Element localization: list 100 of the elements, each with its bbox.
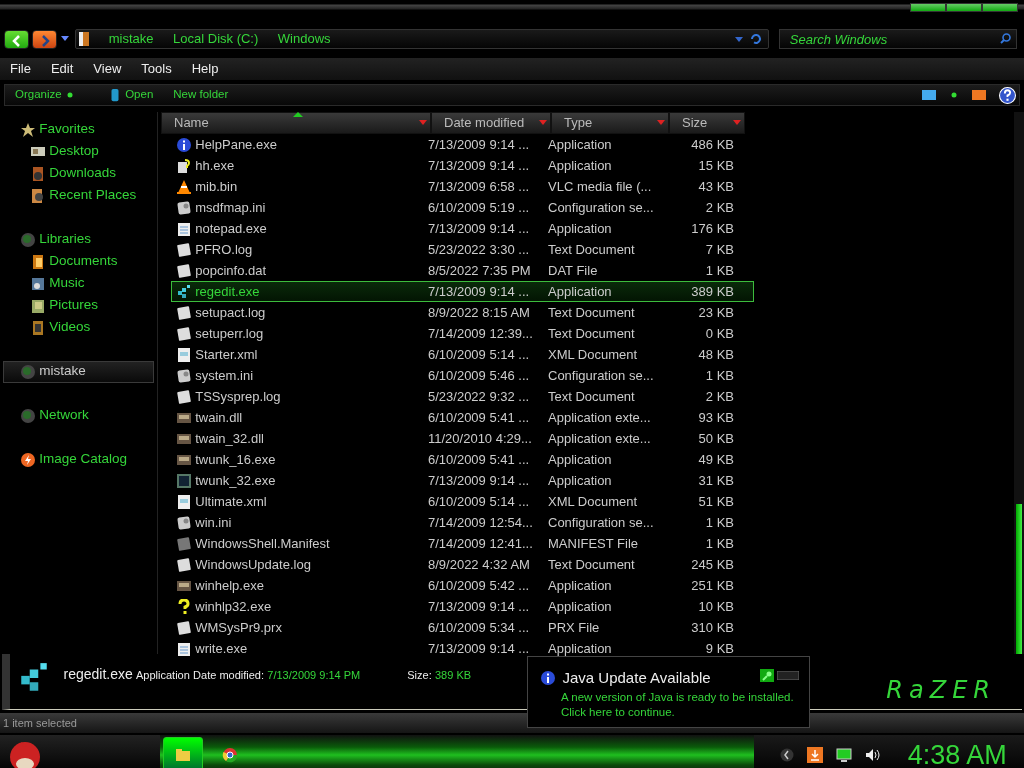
toolbar-button[interactable]: New folder <box>163 86 239 104</box>
sidebar-item[interactable]: Desktop <box>0 140 157 163</box>
toolbar-button[interactable]: Open <box>97 86 164 104</box>
size-cell: 2 KB <box>705 388 734 404</box>
help-file-icon <box>176 157 192 174</box>
sidebar-item[interactable]: Libraries <box>0 228 157 251</box>
search-icon[interactable] <box>999 33 1011 44</box>
file-row[interactable]: twunk_16.exe 6/10/2009 5:41 ... Application 49 KB <box>171 449 754 470</box>
breadcrumb[interactable]: mistake <box>108 29 154 49</box>
search-field[interactable]: Search Windows <box>778 29 1017 49</box>
info-icon <box>176 136 192 153</box>
document-icon <box>176 388 192 405</box>
refresh-icon[interactable] <box>749 33 762 45</box>
type-cell: Text Document <box>548 241 635 257</box>
help-icon[interactable] <box>998 86 1016 104</box>
file-row[interactable]: winhelp.exe 6/10/2009 5:42 ... Application 251 KB <box>171 575 754 596</box>
forward-button[interactable] <box>32 29 58 49</box>
sidebar-item[interactable]: Recent Places <box>0 184 157 207</box>
close-button[interactable] <box>981 3 1018 13</box>
sidebar-item[interactable]: Network <box>0 404 157 427</box>
file-name: setuperr.log <box>195 324 264 343</box>
sidebar-item[interactable]: Documents <box>0 250 157 273</box>
date-cell: 8/9/2022 8:15 AM <box>428 304 530 320</box>
column-header[interactable]: Size <box>669 112 745 134</box>
preview-pane-icon[interactable] <box>971 90 986 100</box>
file-name: twunk_16.exe <box>195 450 276 469</box>
notification-balloon[interactable]: Java Update Available A new version of Java is ready to be installed. Click here to continue. <box>527 656 810 728</box>
monitor-icon[interactable] <box>835 748 852 763</box>
address-bar[interactable]: mistake Local Disk (C:) Windows <box>75 29 769 49</box>
notification-text[interactable]: Click here to continue. <box>561 705 675 718</box>
file-row[interactable]: system.ini 6/10/2009 5:46 ... Configuration se... 1 KB <box>171 365 754 386</box>
toolbar-button[interactable]: Organize <box>5 86 85 104</box>
back-button[interactable] <box>4 29 29 49</box>
key-icon[interactable] <box>759 668 774 682</box>
file-row[interactable]: regedit.exe 7/13/2009 9:14 ... Application 389 KB <box>171 281 754 302</box>
file-row[interactable]: msdfmap.ini 6/10/2009 5:19 ... Configuration se... 2 KB <box>171 197 754 218</box>
volume-icon[interactable] <box>864 748 881 763</box>
file-row[interactable]: TSSysprep.log 5/23/2022 9:32 ... Text Document 2 KB <box>171 386 754 407</box>
download-icon[interactable] <box>806 747 823 764</box>
minimize-button[interactable] <box>909 3 946 13</box>
file-row[interactable]: mib.bin 7/13/2009 6:58 ... VLC media file (... 43 KB <box>171 176 754 197</box>
size-cell: 1 KB <box>705 514 734 530</box>
file-row[interactable]: PFRO.log 5/23/2022 3:30 ... Text Document 7 KB <box>171 239 754 260</box>
sidebar-item[interactable]: Music <box>0 272 157 295</box>
view-icon[interactable] <box>921 90 936 100</box>
file-row[interactable]: WMSysPr9.prx 6/10/2009 5:34 ... PRX File 310 KB <box>171 617 754 638</box>
column-header[interactable]: Type <box>551 112 669 134</box>
document-icon <box>176 325 192 342</box>
sidebar-item[interactable]: Pictures <box>0 294 157 317</box>
file-row[interactable]: write.exe 7/13/2009 9:14 ... Application 9 KB <box>171 638 754 659</box>
notepad-icon <box>176 640 192 657</box>
date-cell: 6/10/2009 5:41 ... <box>428 451 530 467</box>
sidebar-item[interactable]: Videos <box>0 316 157 339</box>
file-row[interactable]: notepad.exe 7/13/2009 9:14 ... Application 176 KB <box>171 218 754 239</box>
column-header[interactable]: Date modified <box>431 112 551 134</box>
type-cell: VLC media file (... <box>548 178 652 194</box>
breadcrumb[interactable]: Windows <box>277 29 331 49</box>
file-row[interactable]: popcinfo.dat 8/5/2022 7:35 PM DAT File 1 KB <box>171 260 754 281</box>
file-row[interactable]: twain_32.dll 11/20/2010 4:29... Application exte... 50 KB <box>171 428 754 449</box>
lightning-icon <box>20 451 36 468</box>
menu-item[interactable]: View <box>83 59 132 79</box>
file-row[interactable]: HelpPane.exe 7/13/2009 9:14 ... Application 486 KB <box>171 134 754 155</box>
scrollbar-thumb[interactable] <box>1016 504 1022 654</box>
file-row[interactable]: winhlp32.exe 7/13/2009 9:14 ... Application 10 KB <box>171 596 754 617</box>
file-row[interactable]: hh.exe 7/13/2009 9:14 ... Application 15 KB <box>171 155 754 176</box>
size-cell: 93 KB <box>698 409 734 425</box>
show-hidden-icon[interactable] <box>779 748 794 763</box>
type-cell: Application <box>548 157 612 173</box>
menu-item[interactable]: Tools <box>131 59 182 79</box>
dropdown-icon[interactable] <box>735 36 743 42</box>
menu-item[interactable]: File <box>0 59 41 79</box>
file-row[interactable]: WindowsUpdate.log 8/9/2022 4:32 AM Text Document 245 KB <box>171 554 754 575</box>
sidebar-item[interactable]: Favorites <box>0 118 157 141</box>
maximize-button[interactable] <box>945 3 982 13</box>
file-row[interactable]: Ultimate.xml 6/10/2009 5:14 ... XML Document 51 KB <box>171 491 754 512</box>
type-cell: Text Document <box>548 556 635 572</box>
xml-file-icon <box>176 493 192 510</box>
file-row[interactable]: WindowsShell.Manifest 7/14/2009 12:41... MANIFEST File 1 KB <box>171 533 754 554</box>
column-header[interactable]: Name <box>161 112 431 134</box>
file-row[interactable]: twain.dll 6/10/2009 5:41 ... Application exte... 93 KB <box>171 407 754 428</box>
menu-item[interactable]: Help <box>181 59 229 79</box>
star-icon <box>20 121 36 138</box>
dropdown-icon[interactable] <box>60 36 69 42</box>
file-row[interactable]: setuperr.log 7/14/2009 12:39... Text Document 0 KB <box>171 323 754 344</box>
file-row[interactable]: setupact.log 8/9/2022 8:15 AM Text Document 23 KB <box>171 302 754 323</box>
date-cell: 7/13/2009 9:14 ... <box>428 157 530 173</box>
videos-icon <box>30 319 46 336</box>
file-row[interactable]: win.ini 7/14/2009 12:54... Configuration se... 1 KB <box>171 512 754 533</box>
sidebar-item[interactable]: Downloads <box>0 162 157 185</box>
file-name: win.ini <box>195 513 232 532</box>
file-row[interactable]: twunk_32.exe 7/13/2009 9:14 ... Application 31 KB <box>171 470 754 491</box>
breadcrumb[interactable]: Local Disk (C:) <box>173 29 259 49</box>
type-cell: Application <box>548 640 612 656</box>
sidebar-item[interactable]: Image Catalog <box>0 448 157 471</box>
file-name: WMSysPr9.prx <box>195 618 282 637</box>
menu-item[interactable]: Edit <box>40 59 84 79</box>
file-row[interactable]: Starter.xml 6/10/2009 5:14 ... XML Document 48 KB <box>171 344 754 365</box>
sidebar-item[interactable]: mistake <box>3 360 154 383</box>
notification-text[interactable]: A new version of Java is ready to be installed. <box>561 690 794 703</box>
file-name: Ultimate.xml <box>195 492 267 511</box>
